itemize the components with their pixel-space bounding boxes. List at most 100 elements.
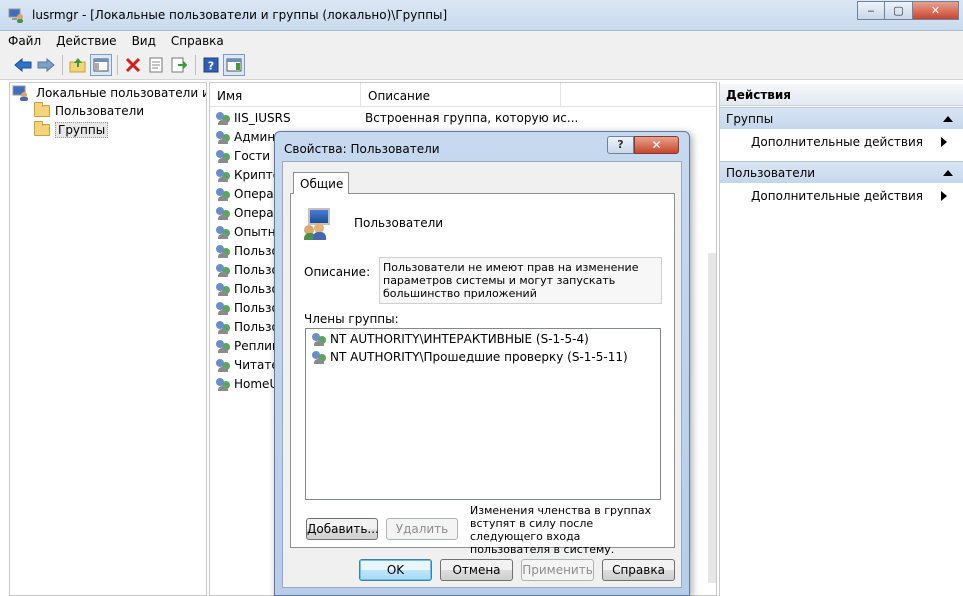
delete-icon [125, 57, 141, 73]
show-action-pane-button[interactable] [223, 54, 245, 76]
actions-title: Действия [720, 84, 963, 106]
menu-view[interactable]: Вид [132, 34, 156, 48]
list-item[interactable]: Пользо [215, 298, 279, 317]
remove-member-button[interactable]: Удалить [386, 518, 458, 540]
actions-section-groups[interactable]: Группы [720, 107, 963, 129]
group-icon [215, 110, 231, 126]
tree-root[interactable]: Локальные пользователи и группы [12, 84, 206, 102]
svg-text:?: ? [208, 60, 214, 73]
tree-item-groups[interactable]: Группы [34, 121, 109, 139]
apply-button[interactable]: Применить [521, 559, 594, 581]
group-icon [215, 186, 231, 202]
back-button[interactable] [12, 54, 34, 76]
more-actions-users[interactable]: Дополнительные действия [751, 187, 961, 205]
toolbar-separator [117, 55, 118, 75]
list-item[interactable]: NT AUTHORITY\ИНТЕРАКТИВНЫЕ (S-1-5-4) [311, 330, 589, 348]
list-item[interactable]: IIS_IUSRS Встроенная группа, которую ис..… [215, 108, 578, 127]
group-icon [215, 129, 231, 145]
add-member-button[interactable]: Добавить... [306, 518, 379, 540]
group-icon [215, 281, 231, 297]
minimize-button[interactable]: ‒ [857, 1, 885, 20]
actions-section-label: Группы [726, 112, 774, 126]
up-folder-button[interactable] [67, 54, 89, 76]
menu-help[interactable]: Справка [171, 34, 224, 48]
show-hide-tree-button[interactable] [90, 54, 112, 76]
group-icon [215, 205, 231, 221]
submenu-arrow-icon [941, 137, 947, 147]
up-folder-icon [69, 58, 86, 73]
actions-pane: Действия Группы Дополнительные действия … [719, 82, 963, 596]
list-item[interactable]: Пользо [215, 317, 279, 336]
list-item[interactable]: Пользо [215, 260, 279, 279]
list-item[interactable]: Операт [215, 184, 281, 203]
menu-file[interactable]: Файл [8, 34, 41, 48]
actions-section-label: Пользователи [726, 166, 816, 180]
toolbar-separator [62, 55, 63, 75]
group-icon [215, 243, 231, 259]
description-label: Описание: [304, 265, 371, 279]
delete-button[interactable] [122, 54, 144, 76]
window-titlebar: lusrmgr - [Локальные пользователи и груп… [0, 0, 963, 31]
toolbar: ? [0, 51, 963, 80]
group-name: Пользователи [354, 216, 444, 230]
group-icon [215, 224, 231, 240]
list-item[interactable]: Операт [215, 203, 281, 222]
action-label: Дополнительные действия [751, 189, 924, 203]
properties-icon [149, 57, 163, 73]
list-item[interactable]: Админи [215, 127, 283, 146]
description-field[interactable]: Пользователи не имеют прав на изменение … [379, 257, 662, 304]
back-icon [14, 58, 32, 72]
cancel-button[interactable]: Отмена [440, 559, 513, 581]
collapse-icon[interactable] [943, 116, 953, 122]
tab-general[interactable]: Общие [293, 172, 349, 194]
dialog-help-button[interactable]: ? [607, 136, 634, 154]
users-group-icon [304, 208, 336, 240]
column-header-description[interactable]: Описание [361, 83, 561, 107]
dialog-close-button[interactable]: ✕ [634, 136, 679, 154]
group-icon [215, 148, 231, 164]
folder-icon [34, 102, 50, 117]
show-action-pane-icon [226, 58, 242, 72]
maximize-button[interactable]: ▢ [885, 1, 913, 20]
window-controls: ‒ ▢ ✕ [857, 1, 959, 20]
list-item[interactable]: Пользо [215, 279, 279, 298]
properties-button[interactable] [145, 54, 167, 76]
folder-icon [34, 121, 50, 136]
list-item[interactable]: Пользо [215, 241, 279, 260]
members-label: Члены группы: [304, 312, 399, 326]
separator [304, 250, 660, 251]
computer-management-icon [8, 8, 23, 23]
tree-item-label: Группы [55, 122, 109, 138]
list-item[interactable]: NT AUTHORITY\Прошедшие проверку (S-1-5-1… [311, 348, 628, 366]
group-icon [215, 300, 231, 316]
list-item[interactable]: Гости [215, 146, 270, 165]
dialog-body: Общие Пользователи Описание: Пользовател… [282, 161, 682, 588]
collapse-icon[interactable] [943, 170, 953, 176]
show-hide-tree-icon [93, 58, 109, 72]
ok-button[interactable]: OK [359, 559, 432, 581]
tree-item-users[interactable]: Пользователи [34, 102, 144, 120]
membership-note: Изменения членства в группах вступят в с… [470, 504, 652, 556]
column-header-name[interactable]: Имя [210, 83, 361, 107]
local-users-groups-icon [12, 85, 28, 101]
menu-action[interactable]: Действие [56, 34, 116, 48]
group-icon [215, 338, 231, 354]
action-label: Дополнительные действия [751, 135, 924, 149]
members-list[interactable]: NT AUTHORITY\ИНТЕРАКТИВНЫЕ (S-1-5-4) NT … [305, 328, 661, 500]
group-icon [215, 319, 231, 335]
actions-section-users[interactable]: Пользователи [720, 161, 963, 183]
help-icon: ? [203, 57, 219, 73]
tab-page-general: Пользователи Описание: Пользователи не и… [290, 193, 675, 556]
group-icon [311, 349, 327, 365]
close-button[interactable]: ✕ [913, 1, 959, 20]
forward-button[interactable] [35, 54, 57, 76]
group-icon [215, 357, 231, 373]
group-icon [215, 376, 231, 392]
list-header: Имя Описание [210, 83, 716, 107]
group-icon [311, 331, 327, 347]
list-scrollbar[interactable] [708, 253, 716, 583]
help-button[interactable]: ? [200, 54, 222, 76]
more-actions-groups[interactable]: Дополнительные действия [751, 133, 961, 151]
help-dialog-button[interactable]: Справка [602, 559, 675, 581]
export-list-button[interactable] [168, 54, 190, 76]
